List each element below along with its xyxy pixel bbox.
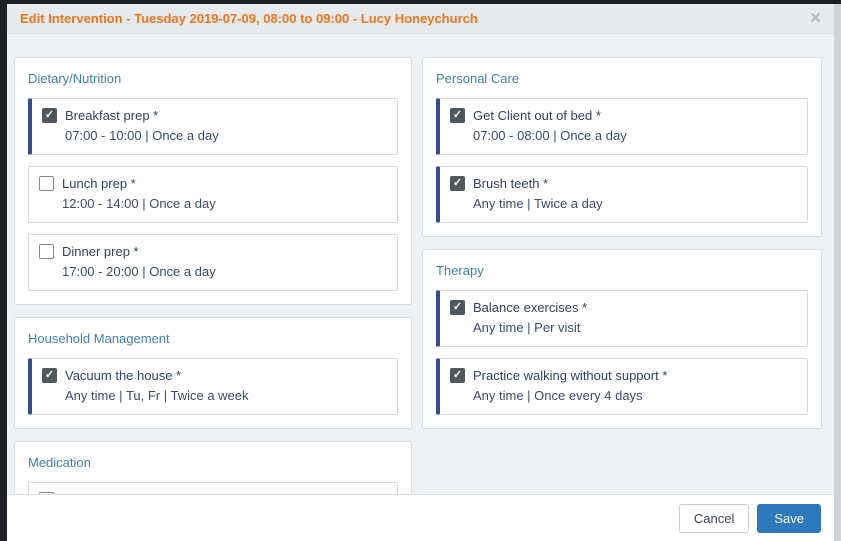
modal-title: Edit Intervention - Tuesday 2019-07-09, … [20, 11, 478, 26]
intervention-item[interactable]: Lunch prep * 12:00 - 14:00 | Once a day [28, 166, 398, 223]
item-label: Balance exercises * [473, 300, 587, 315]
left-column: Dietary/Nutrition ✓ Breakfast prep * 07:… [14, 57, 412, 494]
edit-intervention-modal: Edit Intervention - Tuesday 2019-07-09, … [7, 4, 834, 541]
section-card: Household Management ✓ Vacuum the house … [14, 317, 412, 429]
intervention-item[interactable]: ✓ Get Client out of bed * 07:00 - 08:00 … [436, 98, 808, 155]
item-checkbox[interactable]: ✓ [42, 368, 57, 383]
item-label: Vacuum the house * [65, 368, 181, 383]
item-checkbox[interactable] [39, 176, 54, 191]
item-checkbox[interactable]: ✓ [450, 368, 465, 383]
section-title: Dietary/Nutrition [28, 71, 398, 86]
item-label: Lunch prep * [62, 176, 136, 191]
item-label: Breakfast prep * [65, 108, 158, 123]
item-schedule: 12:00 - 14:00 | Once a day [62, 196, 387, 211]
section-title: Personal Care [436, 71, 808, 86]
section-title: Therapy [436, 263, 808, 278]
window-left-edge [0, 0, 7, 541]
section-title: Household Management [28, 331, 398, 346]
item-schedule: Any time | Per visit [473, 320, 797, 335]
intervention-item[interactable]: ✓ Vacuum the house * Any time | Tu, Fr |… [28, 358, 398, 415]
section-card: Dietary/Nutrition ✓ Breakfast prep * 07:… [14, 57, 412, 305]
section-items: ✓ Vacuum the house * Any time | Tu, Fr |… [28, 358, 398, 415]
item-schedule: 07:00 - 10:00 | Once a day [65, 128, 387, 143]
item-checkbox[interactable] [39, 244, 54, 259]
section-card: Medication Administer medications * 08:0… [14, 441, 412, 494]
section-title: Medication [28, 455, 398, 470]
item-schedule: Any time | Once every 4 days [473, 388, 797, 403]
screen: Edit Intervention - Tuesday 2019-07-09, … [0, 0, 841, 541]
item-header: ✓ Practice walking without support * [450, 368, 797, 383]
section-items: ✓ Breakfast prep * 07:00 - 10:00 | Once … [28, 98, 398, 291]
item-label: Dinner prep * [62, 244, 139, 259]
item-schedule: Any time | Twice a day [473, 196, 797, 211]
item-checkbox[interactable]: ✓ [450, 300, 465, 315]
item-label: Practice walking without support * [473, 368, 667, 383]
check-icon: ✓ [45, 370, 54, 381]
section-items: Administer medications * 08:00 - 09:00 |… [28, 482, 398, 494]
item-label: Brush teeth * [473, 176, 548, 191]
item-schedule: 17:00 - 20:00 | Once a day [62, 264, 387, 279]
check-icon: ✓ [453, 178, 462, 189]
modal-footer: Cancel Save [7, 494, 834, 541]
check-icon: ✓ [453, 110, 462, 121]
section-card: Therapy ✓ Balance exercises * Any time |… [422, 249, 822, 429]
item-schedule: 07:00 - 08:00 | Once a day [473, 128, 797, 143]
item-label: Get Client out of bed * [473, 108, 601, 123]
intervention-item[interactable]: ✓ Practice walking without support * Any… [436, 358, 808, 415]
item-header: ✓ Vacuum the house * [42, 368, 387, 383]
window-top-edge [0, 0, 841, 4]
section-items: ✓ Get Client out of bed * 07:00 - 08:00 … [436, 98, 808, 223]
intervention-item[interactable]: Administer medications * 08:00 - 09:00 |… [28, 482, 398, 494]
check-icon: ✓ [45, 110, 54, 121]
item-header: ✓ Brush teeth * [450, 176, 797, 191]
close-icon[interactable]: × [810, 9, 821, 28]
item-header: ✓ Balance exercises * [450, 300, 797, 315]
right-column: Personal Care ✓ Get Client out of bed * … [422, 57, 822, 429]
item-header: Dinner prep * [39, 244, 387, 259]
item-schedule: Any time | Tu, Fr | Twice a week [65, 388, 387, 403]
modal-header: Edit Intervention - Tuesday 2019-07-09, … [7, 4, 834, 34]
section-card: Personal Care ✓ Get Client out of bed * … [422, 57, 822, 237]
modal-body: Dietary/Nutrition ✓ Breakfast prep * 07:… [7, 34, 834, 494]
item-header: ✓ Get Client out of bed * [450, 108, 797, 123]
intervention-item[interactable]: ✓ Balance exercises * Any time | Per vis… [436, 290, 808, 347]
check-icon: ✓ [453, 370, 462, 381]
section-items: ✓ Balance exercises * Any time | Per vis… [436, 290, 808, 415]
intervention-item[interactable]: ✓ Brush teeth * Any time | Twice a day [436, 166, 808, 223]
item-header: ✓ Breakfast prep * [42, 108, 387, 123]
item-checkbox[interactable]: ✓ [450, 176, 465, 191]
item-header: Lunch prep * [39, 176, 387, 191]
intervention-item[interactable]: Dinner prep * 17:00 - 20:00 | Once a day [28, 234, 398, 291]
item-checkbox[interactable]: ✓ [42, 108, 57, 123]
item-checkbox[interactable]: ✓ [450, 108, 465, 123]
save-button[interactable]: Save [757, 504, 821, 533]
check-icon: ✓ [453, 302, 462, 313]
cancel-button[interactable]: Cancel [679, 504, 749, 533]
intervention-item[interactable]: ✓ Breakfast prep * 07:00 - 10:00 | Once … [28, 98, 398, 155]
